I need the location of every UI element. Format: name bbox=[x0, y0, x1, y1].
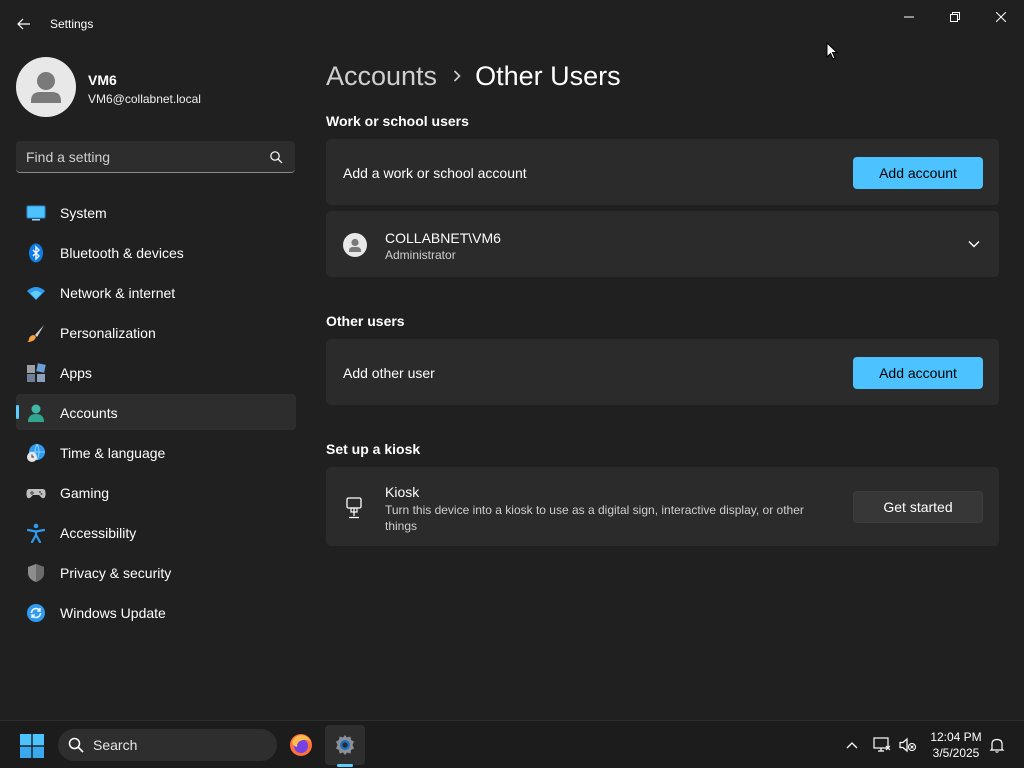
close-button[interactable] bbox=[978, 4, 1024, 30]
add-other-user-label: Add other user bbox=[343, 365, 435, 381]
breadcrumb: Accounts Other Users bbox=[326, 58, 621, 94]
sidebar-item-privacy[interactable]: Privacy & security bbox=[16, 554, 296, 590]
search-input[interactable] bbox=[26, 141, 266, 172]
sidebar-item-label: Privacy & security bbox=[60, 565, 172, 581]
volume-tray-button[interactable] bbox=[899, 736, 917, 754]
sidebar-nav: System Bluetooth & devices Network & int… bbox=[16, 194, 296, 634]
apps-icon bbox=[27, 363, 46, 382]
chevron-down-icon[interactable] bbox=[967, 239, 981, 249]
app-title: Settings bbox=[50, 17, 94, 31]
clock-date[interactable]: 3/5/2025 bbox=[925, 746, 987, 760]
section-title-other-users: Other users bbox=[326, 313, 405, 329]
sidebar-item-label: Network & internet bbox=[60, 285, 176, 301]
avatar[interactable] bbox=[16, 57, 76, 117]
taskbar: Search 12:04 PM 3/5/2025 bbox=[0, 720, 1024, 768]
taskbar-firefox[interactable] bbox=[281, 725, 321, 765]
person-icon bbox=[31, 72, 61, 103]
user-profile: VM6 VM6@collabnet.local bbox=[16, 57, 296, 117]
volume-muted-icon bbox=[899, 737, 917, 753]
sidebar-item-time-language[interactable]: Time & language bbox=[16, 434, 296, 470]
mouse-cursor-icon bbox=[826, 42, 838, 60]
taskbar-search-label: Search bbox=[93, 737, 138, 753]
add-work-school-account-button[interactable]: Add account bbox=[853, 157, 983, 189]
bluetooth-icon bbox=[29, 243, 43, 263]
sidebar-item-label: Personalization bbox=[60, 325, 156, 341]
sidebar-item-network[interactable]: Network & internet bbox=[16, 274, 296, 310]
person-icon bbox=[349, 238, 361, 252]
add-other-user-account-button[interactable]: Add account bbox=[853, 357, 983, 389]
profile-email: VM6@collabnet.local bbox=[88, 92, 201, 106]
user-avatar bbox=[343, 233, 367, 257]
page-title: Other Users bbox=[475, 60, 621, 91]
work-user-card[interactable]: COLLABNET\VM6 Administrator bbox=[326, 211, 999, 277]
sidebar-item-label: Windows Update bbox=[60, 605, 166, 621]
kiosk-get-started-button[interactable]: Get started bbox=[853, 491, 983, 523]
minimize-icon bbox=[904, 16, 914, 18]
brush-icon bbox=[27, 325, 44, 342]
update-icon bbox=[27, 604, 45, 622]
sidebar-item-label: System bbox=[60, 205, 107, 221]
network-icon bbox=[873, 737, 891, 752]
breadcrumb-parent[interactable]: Accounts bbox=[326, 61, 437, 92]
gear-icon bbox=[336, 735, 354, 755]
sidebar-item-label: Gaming bbox=[60, 485, 110, 501]
globe-clock-icon bbox=[27, 443, 45, 462]
bell-icon bbox=[989, 738, 1005, 753]
settings-search[interactable] bbox=[16, 141, 295, 173]
taskbar-settings[interactable] bbox=[325, 725, 365, 765]
search-icon bbox=[68, 737, 84, 753]
user-account-name: COLLABNET\VM6 bbox=[385, 230, 501, 246]
active-app-indicator bbox=[337, 764, 353, 767]
restore-button[interactable] bbox=[932, 4, 978, 30]
accessibility-icon bbox=[26, 523, 46, 543]
sidebar-item-label: Apps bbox=[60, 365, 92, 381]
sidebar-item-windows-update[interactable]: Windows Update bbox=[16, 594, 296, 630]
profile-name: VM6 bbox=[88, 72, 117, 88]
system-icon bbox=[26, 205, 46, 221]
kiosk-card: Kiosk Turn this device into a kiosk to u… bbox=[326, 467, 999, 546]
kiosk-description: Turn this device into a kiosk to use as … bbox=[385, 503, 804, 533]
sidebar-item-system[interactable]: System bbox=[16, 194, 296, 230]
back-button[interactable] bbox=[10, 10, 38, 38]
add-work-school-label: Add a work or school account bbox=[343, 165, 527, 181]
add-other-user-card: Add other user Add account bbox=[326, 339, 999, 405]
close-icon bbox=[996, 12, 1006, 22]
sidebar-item-label: Accounts bbox=[60, 405, 118, 421]
sidebar-item-bluetooth[interactable]: Bluetooth & devices bbox=[16, 234, 296, 270]
sidebar-item-label: Accessibility bbox=[60, 525, 137, 541]
gamepad-icon bbox=[26, 489, 46, 499]
search-icon[interactable] bbox=[269, 150, 283, 164]
network-tray-button[interactable] bbox=[873, 736, 891, 754]
sidebar-item-label: Time & language bbox=[60, 445, 166, 461]
section-title-work-school: Work or school users bbox=[326, 113, 469, 129]
notifications-button[interactable] bbox=[988, 736, 1006, 754]
sidebar-item-accessibility[interactable]: Accessibility bbox=[16, 514, 296, 550]
shield-icon bbox=[28, 564, 44, 582]
kiosk-title: Kiosk bbox=[385, 484, 420, 500]
sidebar-item-label: Bluetooth & devices bbox=[60, 245, 184, 261]
accounts-icon bbox=[28, 404, 44, 422]
back-arrow-icon bbox=[17, 18, 30, 30]
sidebar-item-gaming[interactable]: Gaming bbox=[16, 474, 296, 510]
show-hidden-icons-button[interactable] bbox=[843, 736, 861, 754]
user-account-role: Administrator bbox=[385, 248, 456, 262]
sidebar-item-accounts[interactable]: Accounts bbox=[16, 394, 296, 430]
windows-start-icon[interactable] bbox=[20, 734, 44, 758]
sidebar-item-personalization[interactable]: Personalization bbox=[16, 314, 296, 350]
clock-time[interactable]: 12:04 PM bbox=[925, 730, 987, 744]
taskbar-search[interactable]: Search bbox=[58, 729, 277, 761]
chevron-up-icon bbox=[846, 742, 858, 749]
firefox-icon bbox=[290, 734, 312, 756]
sidebar-item-apps[interactable]: Apps bbox=[16, 354, 296, 390]
chevron-right-icon bbox=[453, 70, 461, 82]
minimize-button[interactable] bbox=[886, 4, 932, 30]
restore-icon bbox=[950, 12, 960, 22]
kiosk-icon bbox=[346, 497, 362, 519]
title-bar: Settings bbox=[0, 0, 1024, 48]
add-work-school-card: Add a work or school account Add account bbox=[326, 139, 999, 205]
wifi-icon bbox=[27, 287, 45, 300]
section-title-kiosk: Set up a kiosk bbox=[326, 441, 421, 457]
